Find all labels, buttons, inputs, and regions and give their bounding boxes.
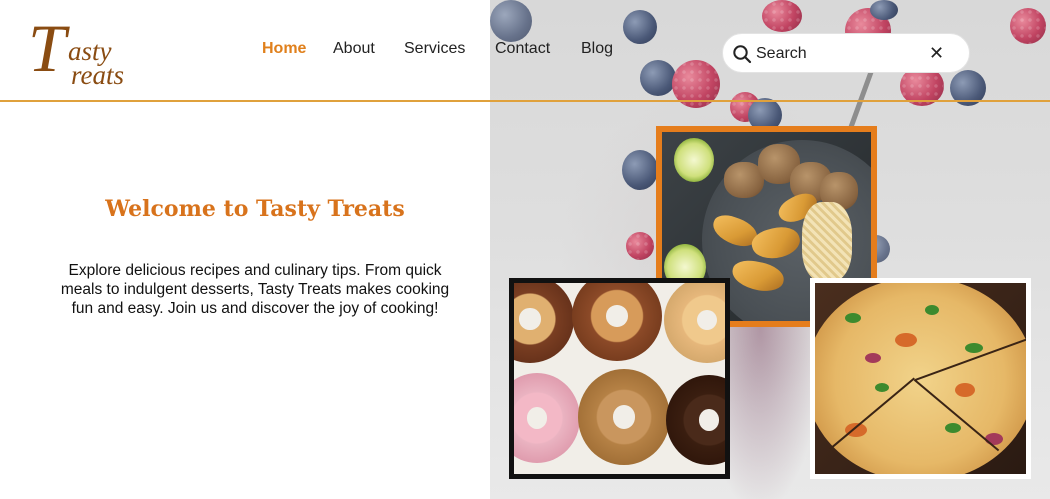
nav-home[interactable]: Home bbox=[262, 40, 306, 58]
nav-about[interactable]: About bbox=[333, 40, 375, 58]
logo[interactable]: T asty reats bbox=[28, 14, 138, 92]
search-bar[interactable]: ✕ bbox=[722, 33, 970, 73]
nav-contact[interactable]: Contact bbox=[495, 40, 550, 58]
food-photo-donuts bbox=[509, 278, 730, 479]
logo-line-2: reats bbox=[71, 60, 124, 90]
search-icon[interactable] bbox=[732, 44, 752, 64]
nav-blog[interactable]: Blog bbox=[581, 40, 613, 58]
page-title: Welcome to Tasty Treats bbox=[105, 196, 405, 222]
search-input[interactable] bbox=[756, 43, 916, 65]
header-divider bbox=[0, 100, 1050, 102]
logo-initial: T bbox=[28, 10, 66, 86]
intro-text: Explore delicious recipes and culinary t… bbox=[60, 262, 450, 317]
nav-services[interactable]: Services bbox=[404, 40, 465, 58]
close-icon[interactable]: ✕ bbox=[929, 42, 944, 64]
food-photo-pizza bbox=[810, 278, 1031, 479]
